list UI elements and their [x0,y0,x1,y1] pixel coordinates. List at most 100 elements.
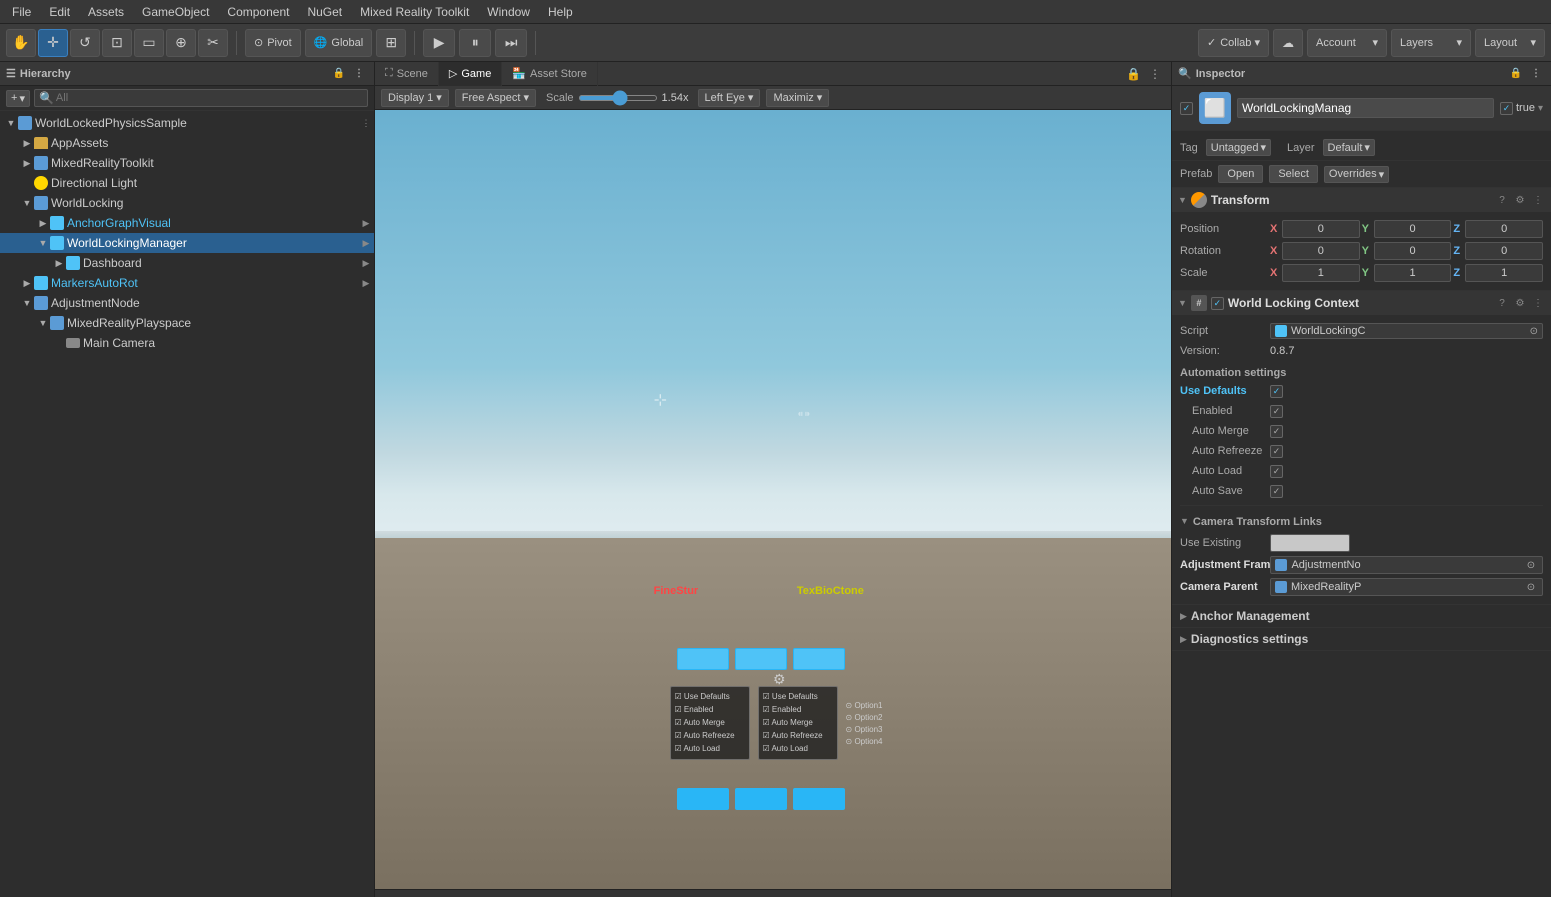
diagnostics-header[interactable]: ▶ Diagnostics settings [1172,628,1551,650]
scene-btn-b1[interactable] [677,788,729,810]
transform-header[interactable]: ▼ Transform ? ⚙ ⋮ [1172,188,1551,212]
tree-item-anchorgraph[interactable]: AnchorGraphVisual ▶ [0,213,374,233]
tree-item-adjnode[interactable]: AdjustmentNode [0,293,374,313]
tree-arrow-adjnode[interactable] [20,298,34,308]
rect-tool-btn[interactable]: ▭ [134,29,164,57]
scene-btn-2[interactable] [735,648,787,670]
layout-dropdown[interactable]: Layout ▾ [1475,29,1545,57]
menu-component[interactable]: Component [219,3,297,21]
aspect-dropdown[interactable]: Free Aspect ▾ [455,89,536,107]
pivot-btn[interactable]: ⊙ Pivot [245,29,301,57]
snap-btn[interactable]: ⊞ [376,29,406,57]
menu-help[interactable]: Help [540,3,581,21]
static-check[interactable] [1500,102,1513,115]
enabled-checkbox[interactable] [1270,405,1283,418]
wlc-header[interactable]: ▼ # World Locking Context ? ⚙ ⋮ [1172,291,1551,315]
menu-assets[interactable]: Assets [80,3,132,21]
tab-asset-store[interactable]: 🏪 Asset Store [502,62,598,86]
menu-edit[interactable]: Edit [41,3,78,21]
eye-dropdown[interactable]: Left Eye ▾ [698,89,761,107]
hierarchy-search-input[interactable] [56,92,363,104]
layer-dropdown[interactable]: Default ▾ [1323,139,1375,156]
wlc-help-btn[interactable]: ? [1495,296,1509,310]
tag-dropdown[interactable]: Untagged ▾ [1206,139,1271,156]
transform-settings-btn[interactable]: ⚙ [1513,193,1527,207]
rot-y-input[interactable]: 0 [1374,242,1452,260]
menu-file[interactable]: File [4,3,39,21]
hierarchy-more-btn[interactable]: ⋮ [350,65,368,83]
pos-x-input[interactable]: 0 [1282,220,1360,238]
scale-z-input[interactable]: 1 [1465,264,1543,282]
scene-btn-b3[interactable] [793,788,845,810]
hierarchy-lock-btn[interactable]: 🔒 [330,65,348,83]
transform-help-btn[interactable]: ? [1495,193,1509,207]
inspector-lock-btn[interactable]: 🔒 [1507,65,1525,83]
scale-slider[interactable] [578,95,658,101]
cloud-btn[interactable]: ☁ [1273,29,1303,57]
menu-window[interactable]: Window [479,3,538,21]
tree-arrow-root[interactable] [4,118,18,128]
wlc-settings-btn[interactable]: ⚙ [1513,296,1527,310]
script-pick-icon[interactable]: ⊙ [1530,326,1538,337]
tree-arrow-worldlocking[interactable] [20,198,34,208]
tree-arrow-mrps[interactable] [36,318,50,328]
menu-mrt[interactable]: Mixed Reality Toolkit [352,3,477,21]
auto-refreeze-checkbox[interactable] [1270,445,1283,458]
auto-load-checkbox[interactable] [1270,465,1283,478]
hierarchy-search[interactable]: 🔍 [34,89,368,107]
tree-item-dirlight[interactable]: Directional Light [0,173,374,193]
scene-btn-1[interactable] [677,648,729,670]
scene-btn-3[interactable] [793,648,845,670]
obj-active-checkbox[interactable] [1180,102,1193,115]
tree-arrow-mrt[interactable] [20,158,34,169]
auto-merge-checkbox[interactable] [1270,425,1283,438]
tree-arrow-markers[interactable] [20,278,34,289]
menu-gameobject[interactable]: GameObject [134,3,217,21]
display-dropdown[interactable]: Display 1 ▾ [381,89,449,107]
layers-dropdown[interactable]: Layers ▾ [1391,29,1471,57]
rot-z-input[interactable]: 0 [1465,242,1543,260]
view-lock-icon[interactable]: 🔒 [1124,65,1143,83]
tree-arrow-appassets[interactable] [20,138,34,149]
transform-more-btn[interactable]: ⋮ [1531,193,1545,207]
tree-item-maincam[interactable]: Main Camera [0,333,374,353]
global-btn[interactable]: 🌐 Global [305,29,373,57]
wlc-enabled-checkbox[interactable] [1211,297,1224,310]
tree-item-root[interactable]: WorldLockedPhysicsSample ⋮ [0,113,374,133]
tree-item-mrps[interactable]: MixedRealityPlayspace [0,313,374,333]
view-more-icon[interactable]: ⋮ [1147,65,1163,83]
inspector-more-btn[interactable]: ⋮ [1527,65,1545,83]
auto-save-checkbox[interactable] [1270,485,1283,498]
play-btn[interactable]: ▶ [423,29,455,57]
tree-arrow-wlm[interactable] [36,238,50,248]
camera-transform-header[interactable]: ▼ Camera Transform Links [1180,512,1543,530]
scale-tool-btn[interactable]: ⊡ [102,29,132,57]
prefab-open-btn[interactable]: Open [1218,165,1263,183]
tree-item-markers[interactable]: MarkersAutoRot ▶ [0,273,374,293]
scene-btn-b2[interactable] [735,788,787,810]
move-tool-btn[interactable]: ✛ [38,29,68,57]
scale-x-input[interactable]: 1 [1282,264,1360,282]
step-btn[interactable]: ⏭ [495,29,527,57]
rot-x-input[interactable]: 0 [1282,242,1360,260]
tree-more-anchorgraph[interactable]: ▶ [358,215,374,231]
account-dropdown[interactable]: Account ▾ [1307,29,1387,57]
tab-scene[interactable]: ⛶ Scene [375,62,439,86]
use-defaults-checkbox[interactable] [1270,385,1283,398]
custom-tool-btn[interactable]: ✂ [198,29,228,57]
menu-nuget[interactable]: NuGet [299,3,350,21]
transform-tool-btn[interactable]: ⊕ [166,29,196,57]
tree-item-worldlocking[interactable]: WorldLocking [0,193,374,213]
pause-btn[interactable]: ⏸ [459,29,491,57]
rotate-tool-btn[interactable]: ↺ [70,29,100,57]
tree-item-appassets[interactable]: AppAssets [0,133,374,153]
tree-more-dashboard[interactable]: ▶ [358,255,374,271]
wlc-more-btn[interactable]: ⋮ [1531,296,1545,310]
obj-name-input[interactable] [1237,98,1494,118]
prefab-select-btn[interactable]: Select [1269,165,1318,183]
overrides-dropdown[interactable]: Overrides ▾ [1324,166,1389,183]
hierarchy-add-btn[interactable]: +▾ [6,90,30,107]
tree-item-mrt[interactable]: MixedRealityToolkit [0,153,374,173]
hand-tool-btn[interactable]: ✋ [6,29,36,57]
adj-frame-pick-btn[interactable]: ⊙ [1524,558,1538,572]
